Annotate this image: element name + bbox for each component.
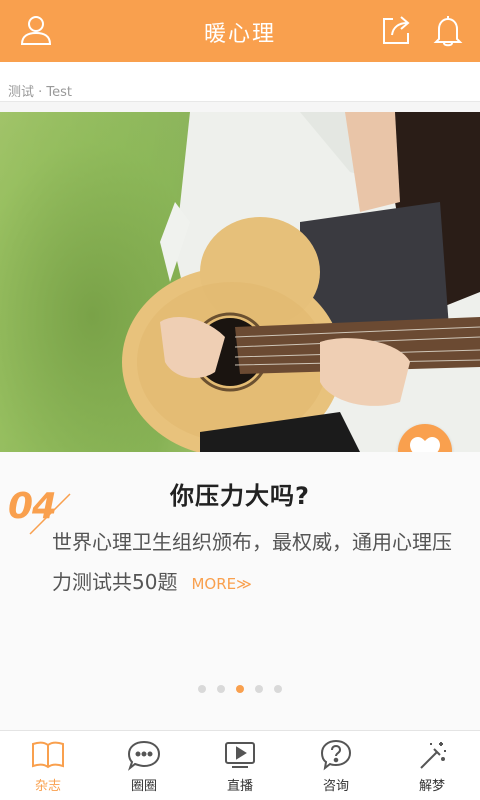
article-summary-text: 世界心理卫生组织颁布，最权威，通用心理压力测试共50题: [52, 530, 452, 594]
guitar-illustration: [122, 112, 480, 452]
play-icon: [225, 742, 255, 768]
carousel-dot[interactable]: [197, 685, 206, 693]
carousel-indicator: [0, 678, 480, 697]
tab-circle[interactable]: 圈圈: [96, 731, 192, 800]
magic-wand-icon: [420, 742, 446, 769]
carousel-dot[interactable]: [255, 685, 264, 693]
app-header: 暖心理: [0, 0, 480, 62]
tab-label: 解梦: [418, 779, 445, 794]
article-title: 你压力大吗?: [170, 482, 310, 510]
book-icon: [32, 741, 64, 769]
tab-consult[interactable]: 咨询: [288, 731, 384, 800]
tab-label: 直播: [226, 779, 253, 794]
tab-live[interactable]: 直播: [192, 731, 288, 800]
notification-button[interactable]: [428, 10, 468, 50]
tab-dream[interactable]: 解梦: [384, 731, 480, 800]
bottom-tab-bar: 杂志 圈圈 直播 咨询 解梦: [0, 730, 480, 800]
carousel-dot-active[interactable]: [236, 685, 244, 693]
more-link[interactable]: MORE≫: [191, 575, 251, 593]
article-summary: 世界心理卫生组织颁布，最权威，通用心理压力测试共50题 MORE≫: [52, 522, 452, 604]
question-icon: [320, 739, 352, 771]
carousel-dot[interactable]: [216, 685, 225, 693]
tab-magazine[interactable]: 杂志: [0, 731, 96, 800]
bell-icon: [433, 16, 463, 47]
chat-bubble-icon: [127, 740, 161, 771]
tab-label: 圈圈: [130, 779, 157, 794]
article-cover-image[interactable]: [0, 112, 480, 452]
tab-label: 杂志: [34, 779, 61, 794]
share-icon: [383, 16, 410, 44]
share-button[interactable]: [376, 10, 416, 50]
carousel-dot[interactable]: [274, 685, 283, 693]
breadcrumb: 测试 · Test: [0, 62, 480, 102]
tab-label: 咨询: [322, 779, 349, 794]
